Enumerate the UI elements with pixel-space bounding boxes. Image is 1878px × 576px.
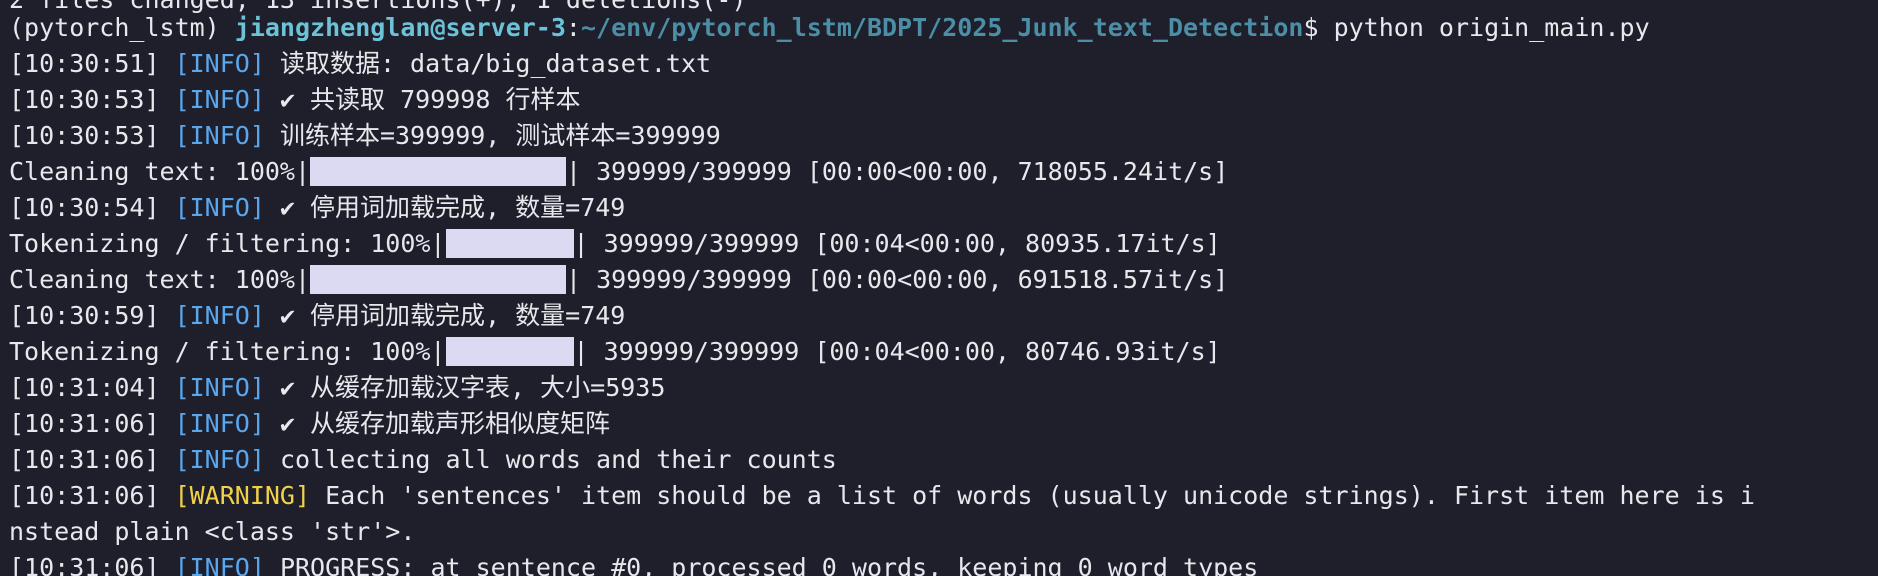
- prompt-dollar: $: [1303, 13, 1334, 42]
- log-line-char-table-cache: [10:31:04] [INFO] ✔ 从缓存加载汉字表, 大小=5935: [9, 370, 665, 406]
- log-level-info: [INFO]: [174, 49, 265, 78]
- progress-bar-fill: [445, 229, 574, 258]
- progress-label: Tokenizing / filtering: 100%|: [9, 229, 446, 258]
- log-line-sample-count: [10:30:53] [INFO] ✔ 共读取 799998 行样本: [9, 82, 580, 118]
- progress-label: Cleaning text: 100%|: [9, 157, 311, 186]
- progress-line-cleaning: Cleaning text: 100%| | 399999/399999 [00:…: [9, 154, 1228, 190]
- log-line-train-test-split: [10:30:53] [INFO] 训练样本=399999, 测试样本=3999…: [9, 118, 721, 154]
- log-level-info: [INFO]: [174, 121, 265, 150]
- log-timestamp: [10:31:06]: [9, 445, 175, 474]
- log-level-info: [INFO]: [174, 85, 265, 114]
- log-line-progress-sentence: [10:31:06] [INFO] PROGRESS: at sentence …: [9, 550, 1258, 576]
- prompt-user-host: jiangzhenglan@server-3: [234, 13, 566, 42]
- shell-prompt-line: (pytorch_lstm) jiangzhenglan@server-3:~/…: [9, 10, 1650, 46]
- log-line-collecting-words: [10:31:06] [INFO] collecting all words a…: [9, 442, 837, 478]
- log-message: 训练样本=399999, 测试样本=399999: [264, 121, 721, 150]
- log-level-info: [INFO]: [174, 373, 265, 402]
- progress-bar-fill: [310, 265, 567, 294]
- log-timestamp: [10:30:53]: [9, 121, 175, 150]
- log-level-info: [INFO]: [174, 301, 265, 330]
- prompt-working-directory: ~/env/pytorch_lstm/BDPT/2025_Junk_text_D…: [580, 13, 1304, 42]
- log-message: ✔ 从缓存加载汉字表, 大小=5935: [264, 373, 666, 402]
- log-message: PROGRESS: at sentence #0, processed 0 wo…: [264, 553, 1259, 576]
- log-line-stopwords-loaded: [10:30:54] [INFO] ✔ 停用词加载完成, 数量=749: [9, 190, 625, 226]
- prompt-separator: :: [565, 13, 581, 42]
- progress-label: Cleaning text: 100%|: [9, 265, 311, 294]
- log-message: ✔ 停用词加载完成, 数量=749: [264, 193, 626, 222]
- log-level-info: [INFO]: [174, 409, 265, 438]
- progress-stats: | 399999/399999 [00:04<00:00, 80746.93it…: [573, 337, 1221, 366]
- progress-bar-fill: [310, 157, 567, 186]
- conda-env-label: (pytorch_lstm): [9, 13, 235, 42]
- log-timestamp: [10:30:53]: [9, 85, 175, 114]
- log-message: 读取数据: data/big_dataset.txt: [264, 49, 712, 78]
- log-line-similarity-matrix-cache: [10:31:06] [INFO] ✔ 从缓存加载声形相似度矩阵: [9, 406, 610, 442]
- progress-line-tokenizing: Tokenizing / filtering: 100%| | 399999/39…: [9, 334, 1221, 370]
- log-timestamp: [10:31:06]: [9, 553, 175, 576]
- log-message: collecting all words and their counts: [264, 445, 837, 474]
- terminal-window[interactable]: 2 files changed, 13 insertions(+), 1 del…: [0, 0, 1878, 576]
- log-message: ✔ 从缓存加载声形相似度矩阵: [264, 409, 611, 438]
- log-message: ✔ 停用词加载完成, 数量=749: [264, 301, 626, 330]
- progress-bar-fill: [445, 337, 574, 366]
- log-timestamp: [10:30:54]: [9, 193, 175, 222]
- progress-stats: | 399999/399999 [00:00<00:00, 718055.24i…: [566, 157, 1229, 186]
- log-level-info: [INFO]: [174, 445, 265, 474]
- log-timestamp: [10:31:04]: [9, 373, 175, 402]
- log-level-warning: [WARNING]: [174, 481, 311, 510]
- log-message: Each 'sentences' item should be a list o…: [310, 481, 1755, 510]
- log-message: ✔ 共读取 799998 行样本: [264, 85, 581, 114]
- progress-stats: | 399999/399999 [00:00<00:00, 691518.57i…: [566, 265, 1229, 294]
- log-timestamp: [10:30:59]: [9, 301, 175, 330]
- progress-line-cleaning: Cleaning text: 100%| | 399999/399999 [00:…: [9, 262, 1228, 298]
- log-line-warning-sentences: [10:31:06] [WARNING] Each 'sentences' it…: [9, 478, 1755, 514]
- log-line-stopwords-loaded: [10:30:59] [INFO] ✔ 停用词加载完成, 数量=749: [9, 298, 625, 334]
- log-level-info: [INFO]: [174, 553, 265, 576]
- progress-label: Tokenizing / filtering: 100%|: [9, 337, 446, 366]
- log-timestamp: [10:30:51]: [9, 49, 175, 78]
- log-level-info: [INFO]: [174, 193, 265, 222]
- log-message-continuation: nstead plain <class 'str'>.: [9, 517, 416, 546]
- log-line-read-data: [10:30:51] [INFO] 读取数据: data/big_dataset…: [9, 46, 711, 82]
- log-timestamp: [10:31:06]: [9, 409, 175, 438]
- log-timestamp: [10:31:06]: [9, 481, 175, 510]
- shell-command: python origin_main.py: [1333, 13, 1650, 42]
- log-line-warning-wrap: nstead plain <class 'str'>.: [9, 514, 415, 550]
- progress-line-tokenizing: Tokenizing / filtering: 100%| | 399999/39…: [9, 226, 1221, 262]
- progress-stats: | 399999/399999 [00:04<00:00, 80935.17it…: [573, 229, 1221, 258]
